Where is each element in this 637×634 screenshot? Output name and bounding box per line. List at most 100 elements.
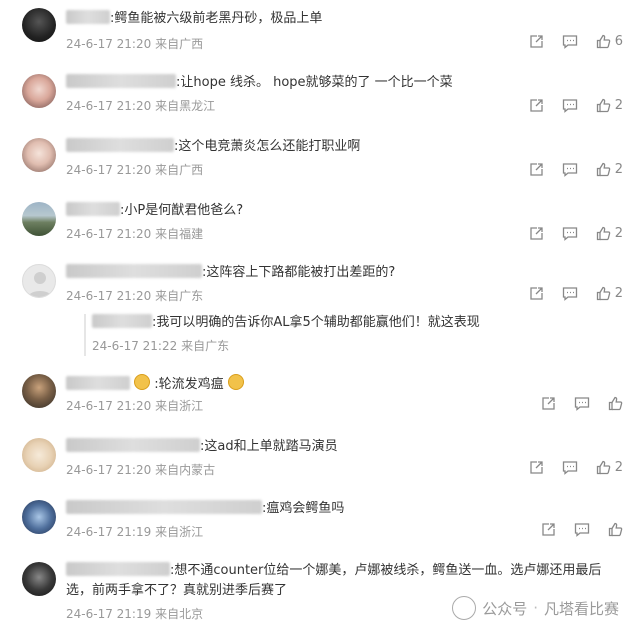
username-blurred[interactable] <box>66 202 120 216</box>
thumbs-up-icon <box>596 98 611 113</box>
avatar[interactable] <box>22 438 56 472</box>
default-avatar-icon <box>28 272 52 297</box>
comment-icon[interactable] <box>562 34 578 49</box>
like-count: 2 <box>614 162 623 177</box>
username-blurred[interactable] <box>66 74 176 88</box>
username-blurred[interactable] <box>66 10 110 24</box>
like-button[interactable]: 2 <box>596 98 623 113</box>
comment-icon[interactable] <box>562 286 578 301</box>
comment-line: :轮流发鸡瘟 <box>66 374 244 394</box>
comment-icon[interactable] <box>562 162 578 177</box>
reply-item: :我可以明确的告诉你AL拿5个辅助都能赢他们！就这表现 24-6-17 21:2… <box>84 314 626 356</box>
reply-line: :我可以明确的告诉你AL拿5个辅助都能赢他们！就这表现 <box>92 314 480 332</box>
emoji-icon <box>227 374 244 390</box>
comment-meta: 24-6-17 21:20 来自福建 <box>66 226 203 242</box>
comment-time: 24-6-17 21:20 <box>66 399 152 413</box>
comment-actions: 2 <box>529 286 623 301</box>
like-button[interactable]: 6 <box>596 34 623 49</box>
comment-text: :小P是何猷君他爸么? <box>120 203 244 218</box>
comment-meta: 24-6-17 21:19 来自北京 <box>66 606 203 622</box>
share-icon[interactable] <box>529 34 544 49</box>
comment-line: :想不通counter位给一个娜美，卢娜被线杀，鳄鱼送一血。选卢娜还用最后 <box>66 562 601 580</box>
watermark-prefix: 公众号 <box>482 599 528 618</box>
comment-text: :轮流发鸡瘟 <box>154 377 224 392</box>
comment-location: 来自内蒙古 <box>155 463 216 477</box>
comment-line: :鳄鱼能被六级前老黑丹砂，极品上单 <box>66 10 322 28</box>
watermark-dot: · <box>533 599 538 617</box>
share-icon[interactable] <box>541 396 556 411</box>
reply-time: 24-6-17 21:22 <box>92 339 178 353</box>
username-blurred[interactable] <box>66 376 130 390</box>
thumbs-up-icon <box>596 460 611 475</box>
watermark-name: 凡塔看比赛 <box>543 599 619 618</box>
thumbs-up-icon <box>596 34 611 49</box>
share-icon[interactable] <box>529 98 544 113</box>
comment-location: 来自广西 <box>155 37 204 51</box>
comment-meta: 24-6-17 21:20 来自广东 <box>66 288 203 304</box>
comment-meta: 24-6-17 21:20 来自浙江 <box>66 398 203 414</box>
comment-line: :这阵容上下路都能被打出差距的? <box>66 264 395 282</box>
username-blurred[interactable] <box>66 138 174 152</box>
share-icon[interactable] <box>529 226 544 241</box>
avatar[interactable] <box>22 264 56 298</box>
reply-location: 来自广东 <box>181 339 230 353</box>
comment-actions: 6 <box>529 34 623 49</box>
comment-actions <box>541 396 623 411</box>
comment-location: 来自广西 <box>155 163 204 177</box>
comment-location: 来自福建 <box>155 227 204 241</box>
comment-location: 来自黑龙江 <box>155 99 216 113</box>
avatar[interactable] <box>22 500 56 534</box>
like-count: 2 <box>614 286 623 301</box>
thumbs-up-icon <box>596 162 611 177</box>
share-icon[interactable] <box>529 162 544 177</box>
comment-text-continued: 选，前两手拿不了？真就别进季后赛了 <box>66 583 288 598</box>
like-button[interactable]: 2 <box>596 460 623 475</box>
like-button[interactable]: 2 <box>596 286 623 301</box>
reply-text: :我可以明确的告诉你AL拿5个辅助都能赢他们！就这表现 <box>152 315 480 330</box>
like-count: 2 <box>614 460 623 475</box>
like-count: 2 <box>614 98 623 113</box>
username-blurred[interactable] <box>66 562 170 576</box>
avatar[interactable] <box>22 8 56 42</box>
comment-text: :想不通counter位给一个娜美，卢娜被线杀，鳄鱼送一血。选卢娜还用最后 <box>170 563 602 578</box>
comment-meta: 24-6-17 21:20 来自广西 <box>66 36 203 52</box>
comment-line: :这ad和上单就踏马演员 <box>66 438 338 456</box>
comment-time: 24-6-17 21:20 <box>66 463 152 477</box>
comment-time: 24-6-17 21:20 <box>66 227 152 241</box>
avatar[interactable] <box>22 138 56 172</box>
avatar[interactable] <box>22 562 56 596</box>
comment-line: :小P是何猷君他爸么? <box>66 202 243 220</box>
comment-location: 来自浙江 <box>155 399 204 413</box>
comment-icon[interactable] <box>574 396 590 411</box>
like-button[interactable] <box>608 396 623 411</box>
username-blurred[interactable] <box>92 314 152 328</box>
comment-icon[interactable] <box>562 226 578 241</box>
comment-icon[interactable] <box>574 522 590 537</box>
thumbs-up-icon <box>596 286 611 301</box>
comment-time: 24-6-17 21:20 <box>66 163 152 177</box>
comment-text: :鳄鱼能被六级前老黑丹砂，极品上单 <box>110 11 323 26</box>
like-button[interactable]: 2 <box>596 226 623 241</box>
avatar[interactable] <box>22 202 56 236</box>
share-icon[interactable] <box>541 522 556 537</box>
share-icon[interactable] <box>529 286 544 301</box>
like-button[interactable]: 2 <box>596 162 623 177</box>
comment-actions <box>541 522 623 537</box>
share-icon[interactable] <box>529 460 544 475</box>
username-blurred[interactable] <box>66 438 200 452</box>
comment-icon[interactable] <box>562 98 578 113</box>
comment-meta: 24-6-17 21:20 来自广西 <box>66 162 203 178</box>
comment-time: 24-6-17 21:20 <box>66 99 152 113</box>
comment-feed: :鳄鱼能被六级前老黑丹砂，极品上单 24-6-17 21:20 来自广西 6 :… <box>0 0 637 634</box>
avatar[interactable] <box>22 374 56 408</box>
username-blurred[interactable] <box>66 500 262 514</box>
comment-time: 24-6-17 21:20 <box>66 289 152 303</box>
comment-actions: 2 <box>529 162 623 177</box>
username-blurred[interactable] <box>66 264 202 278</box>
like-count: 2 <box>614 226 623 241</box>
comment-line-continued: 选，前两手拿不了？真就别进季后赛了 <box>66 582 287 600</box>
comment-location: 来自广东 <box>155 289 204 303</box>
avatar[interactable] <box>22 74 56 108</box>
comment-icon[interactable] <box>562 460 578 475</box>
like-button[interactable] <box>608 522 623 537</box>
